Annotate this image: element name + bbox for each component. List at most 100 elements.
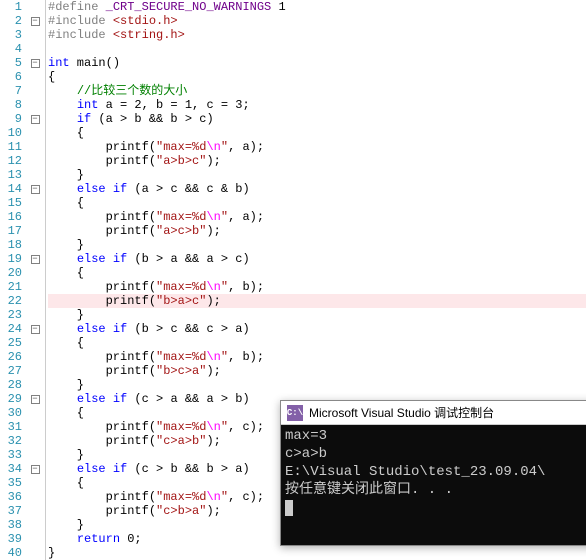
code-line[interactable]: } xyxy=(48,546,586,560)
fold-marker xyxy=(28,224,42,238)
fold-marker xyxy=(28,448,42,462)
console-output[interactable]: max=3 c>a>b E:\Visual Studio\test_23.09.… xyxy=(281,425,586,545)
line-number: 24 xyxy=(0,322,22,336)
code-line[interactable]: } xyxy=(48,378,586,392)
line-number: 8 xyxy=(0,98,22,112)
line-number: 17 xyxy=(0,224,22,238)
console-title: Microsoft Visual Studio 调试控制台 xyxy=(309,404,494,421)
fold-marker[interactable]: − xyxy=(28,392,42,406)
line-number: 31 xyxy=(0,420,22,434)
fold-marker xyxy=(28,98,42,112)
line-number: 12 xyxy=(0,154,22,168)
fold-marker xyxy=(28,546,42,560)
line-number: 9 xyxy=(0,112,22,126)
code-line[interactable]: #include <string.h> xyxy=(48,28,586,42)
code-line[interactable]: if (a > b && b > c) xyxy=(48,112,586,126)
console-titlebar[interactable]: C:\ Microsoft Visual Studio 调试控制台 xyxy=(281,401,586,425)
code-line[interactable]: printf("b>a>c"); xyxy=(48,294,586,308)
line-number: 25 xyxy=(0,336,22,350)
fold-marker xyxy=(28,336,42,350)
line-number: 33 xyxy=(0,448,22,462)
fold-marker xyxy=(28,140,42,154)
fold-marker xyxy=(28,154,42,168)
line-number: 37 xyxy=(0,504,22,518)
code-line[interactable]: { xyxy=(48,70,586,84)
code-line[interactable]: else if (a > c && c & b) xyxy=(48,182,586,196)
cursor-icon xyxy=(285,500,293,516)
code-line[interactable]: int a = 2, b = 1, c = 3; xyxy=(48,98,586,112)
console-line: E:\Visual Studio\test_23.09.04\ xyxy=(285,463,586,481)
line-number: 7 xyxy=(0,84,22,98)
fold-marker[interactable]: − xyxy=(28,112,42,126)
line-number: 2 xyxy=(0,14,22,28)
line-number: 34 xyxy=(0,462,22,476)
code-line[interactable]: else if (b > c && c > a) xyxy=(48,322,586,336)
code-line[interactable]: #define _CRT_SECURE_NO_WARNINGS 1 xyxy=(48,0,586,14)
fold-marker xyxy=(28,364,42,378)
fold-marker xyxy=(28,308,42,322)
console-line: 按任意键关闭此窗口. . . xyxy=(285,481,586,499)
fold-marker xyxy=(28,70,42,84)
line-number: 6 xyxy=(0,70,22,84)
fold-marker[interactable]: − xyxy=(28,252,42,266)
code-line[interactable]: //比较三个数的大小 xyxy=(48,84,586,98)
code-line[interactable]: printf("b>c>a"); xyxy=(48,364,586,378)
console-line: max=3 xyxy=(285,427,586,445)
line-number: 19 xyxy=(0,252,22,266)
code-line[interactable]: } xyxy=(48,168,586,182)
code-line[interactable]: } xyxy=(48,308,586,322)
fold-gutter[interactable]: − − − − − − − − xyxy=(28,0,42,560)
code-line[interactable]: printf("a>c>b"); xyxy=(48,224,586,238)
code-line[interactable]: { xyxy=(48,336,586,350)
code-line[interactable]: int main() xyxy=(48,56,586,70)
line-number: 10 xyxy=(0,126,22,140)
line-number: 32 xyxy=(0,434,22,448)
fold-marker xyxy=(28,42,42,56)
code-line[interactable]: #include <stdio.h> xyxy=(48,14,586,28)
line-number: 30 xyxy=(0,406,22,420)
code-line[interactable]: { xyxy=(48,196,586,210)
line-number: 4 xyxy=(0,42,22,56)
line-number: 18 xyxy=(0,238,22,252)
code-line[interactable]: { xyxy=(48,126,586,140)
fold-marker[interactable]: − xyxy=(28,56,42,70)
fold-marker[interactable]: − xyxy=(28,462,42,476)
fold-marker[interactable]: − xyxy=(28,322,42,336)
fold-marker xyxy=(28,168,42,182)
code-line[interactable]: printf("max=%d\n", a); xyxy=(48,140,586,154)
code-line[interactable]: printf("max=%d\n", b); xyxy=(48,280,586,294)
fold-marker xyxy=(28,210,42,224)
line-number: 14 xyxy=(0,182,22,196)
line-number: 39 xyxy=(0,532,22,546)
line-number: 1 xyxy=(0,0,22,14)
code-line[interactable]: else if (b > a && a > c) xyxy=(48,252,586,266)
debug-console-window[interactable]: C:\ Microsoft Visual Studio 调试控制台 max=3 … xyxy=(280,400,586,546)
fold-marker[interactable]: − xyxy=(28,14,42,28)
line-number: 13 xyxy=(0,168,22,182)
line-number: 38 xyxy=(0,518,22,532)
fold-marker xyxy=(28,280,42,294)
console-icon: C:\ xyxy=(287,405,303,421)
fold-marker xyxy=(28,126,42,140)
fold-marker[interactable]: − xyxy=(28,182,42,196)
code-line[interactable]: { xyxy=(48,266,586,280)
line-number: 16 xyxy=(0,210,22,224)
fold-marker xyxy=(28,406,42,420)
console-line: c>a>b xyxy=(285,445,586,463)
line-number: 5 xyxy=(0,56,22,70)
code-line[interactable]: } xyxy=(48,238,586,252)
code-line[interactable] xyxy=(48,42,586,56)
line-number: 23 xyxy=(0,308,22,322)
line-number: 11 xyxy=(0,140,22,154)
fold-marker xyxy=(28,0,42,14)
code-line[interactable]: printf("a>b>c"); xyxy=(48,154,586,168)
fold-marker xyxy=(28,434,42,448)
fold-marker xyxy=(28,518,42,532)
line-number: 22 xyxy=(0,294,22,308)
line-number: 36 xyxy=(0,490,22,504)
code-line[interactable]: printf("max=%d\n", b); xyxy=(48,350,586,364)
line-number: 28 xyxy=(0,378,22,392)
code-line[interactable]: printf("max=%d\n", a); xyxy=(48,210,586,224)
fold-marker xyxy=(28,378,42,392)
line-number: 29 xyxy=(0,392,22,406)
